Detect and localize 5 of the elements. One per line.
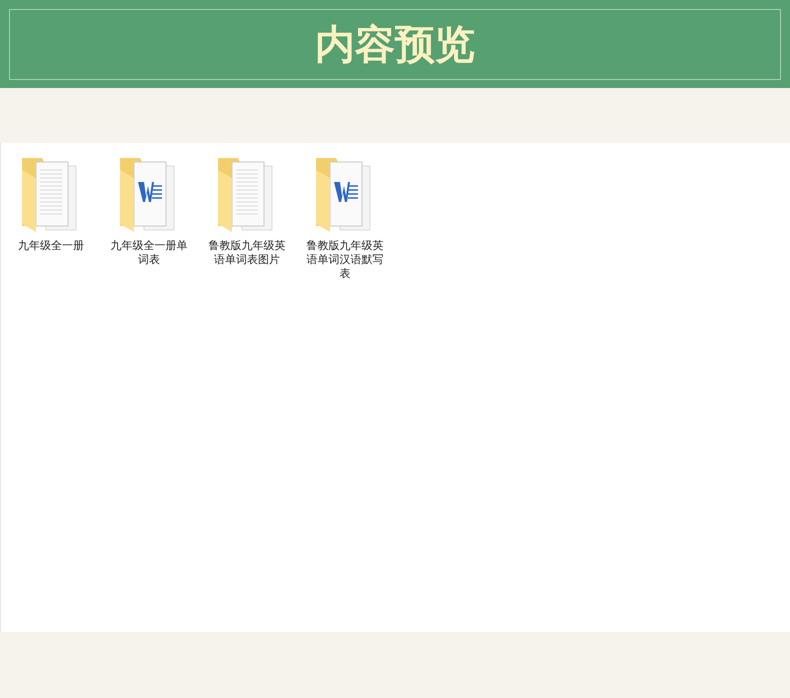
file-name[interactable]: 鲁教版九年级英语单词汉语默写表	[305, 239, 385, 281]
file-name[interactable]: 九年级全一册单词表	[109, 239, 189, 267]
file-name[interactable]: 鲁教版九年级英语单词表图片	[207, 239, 287, 267]
file-name[interactable]: 九年级全一册	[11, 239, 91, 253]
page-title: 内容预览	[315, 20, 475, 70]
